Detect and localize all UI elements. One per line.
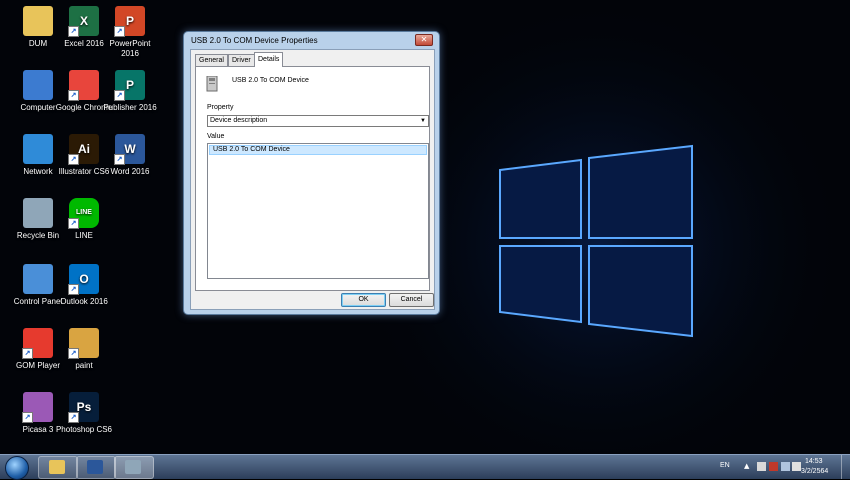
shortcut-arrow-icon: ↗	[68, 154, 79, 165]
shortcut-arrow-icon: ↗	[114, 90, 125, 101]
desktop-icon-photoshop-cs6[interactable]: Ps ↗ Photoshop CS6	[54, 392, 114, 435]
start-button[interactable]	[5, 456, 29, 480]
taskbar-word[interactable]	[76, 456, 116, 479]
folder-icon	[49, 460, 65, 474]
desktop-icon-label: Photoshop CS6	[55, 425, 113, 434]
property-dropdown[interactable]: Device description ▼	[207, 115, 429, 127]
shortcut-arrow-icon: ↗	[68, 218, 79, 229]
shortcut-arrow-icon: ↗	[22, 412, 33, 423]
recycle-bin-icon	[23, 198, 53, 228]
dialog-client-area: General Driver Details USB 2.0 To COM De…	[190, 49, 435, 310]
tab-general[interactable]: General	[195, 54, 228, 66]
shortcut-arrow-icon: ↗	[68, 90, 79, 101]
desktop-icon-word-2016[interactable]: W ↗ Word 2016	[100, 134, 160, 177]
show-hidden-icons-icon[interactable]: ▲	[744, 462, 749, 470]
tab-details[interactable]: Details	[254, 52, 284, 67]
property-label: Property	[207, 104, 234, 111]
desktop-icon-label: PowerPoint 2016	[109, 39, 151, 58]
taskbar: EN ▲ 14:53 3/2/2564	[0, 454, 850, 480]
word-2016-icon: W ↗	[114, 134, 145, 165]
desktop: DUM X ↗ Excel 2016 P ↗ PowerPoint 2016 Computer…	[0, 0, 850, 454]
shortcut-arrow-icon: ↗	[68, 284, 79, 295]
network-icon	[23, 134, 53, 164]
shortcut-arrow-icon: ↗	[22, 348, 33, 359]
shortcut-arrow-icon: ↗	[68, 348, 79, 359]
clock-time[interactable]: 14:53	[805, 458, 823, 465]
shortcut-arrow-icon: ↗	[114, 26, 125, 37]
show-desktop-button[interactable]	[841, 455, 850, 479]
ok-button[interactable]: OK	[341, 293, 386, 307]
picasa-3-icon: ↗	[22, 392, 53, 423]
desktop-icon-label: paint	[75, 361, 93, 370]
desktop-icon-paint[interactable]: ↗ paint	[54, 328, 114, 371]
photoshop-cs6-icon: Ps ↗	[68, 392, 99, 423]
desktop-icon-powerpoint-2016[interactable]: P ↗ PowerPoint 2016	[100, 6, 160, 59]
word-icon	[87, 460, 103, 474]
desktop-icon-label: Outlook 2016	[60, 297, 108, 306]
excel-2016-icon: X ↗	[68, 6, 99, 37]
taskbar-explorer[interactable]	[38, 456, 78, 479]
desktop-icon-label: Publisher 2016	[103, 103, 157, 112]
illustrator-cs6-icon: Ai ↗	[68, 134, 99, 165]
value-list-item[interactable]: USB 2.0 To COM Device	[209, 145, 427, 155]
shortcut-arrow-icon: ↗	[68, 26, 79, 37]
clock-date[interactable]: 3/2/2564	[801, 468, 828, 475]
volume-icon[interactable]	[792, 462, 801, 471]
line-icon: LINE ↗	[68, 198, 99, 229]
usb-device-icon	[206, 76, 218, 92]
dialog-title: USB 2.0 To COM Device Properties	[191, 36, 318, 45]
desktop-icon-label: LINE	[75, 231, 93, 240]
device-properties-dialog: USB 2.0 To COM Device Properties ✕ Gener…	[183, 31, 440, 315]
value-list[interactable]: USB 2.0 To COM Device	[207, 143, 429, 279]
shortcut-arrow-icon: ↗	[68, 412, 79, 423]
close-button[interactable]: ✕	[415, 34, 433, 46]
device-name: USB 2.0 To COM Device	[232, 77, 309, 84]
chevron-down-icon[interactable]: ▼	[419, 117, 427, 125]
dum-icon	[23, 6, 53, 36]
control-panel-icon	[23, 264, 53, 294]
shortcut-arrow-icon: ↗	[114, 154, 125, 165]
cancel-button[interactable]: Cancel	[389, 293, 434, 307]
computer-icon	[23, 70, 53, 100]
outlook-2016-icon: O ↗	[68, 264, 99, 295]
gom-player-icon: ↗	[22, 328, 53, 359]
desktop-icon-line[interactable]: LINE ↗ LINE	[54, 198, 114, 241]
google-chrome-icon: ↗	[68, 70, 99, 101]
language-indicator[interactable]: EN	[720, 462, 730, 469]
property-dropdown-value: Device description	[210, 117, 268, 124]
flag-icon[interactable]	[757, 462, 766, 471]
device-manager-icon	[125, 460, 141, 474]
taskbar-device-manager[interactable]	[114, 456, 154, 479]
desktop-icon-publisher-2016[interactable]: P ↗ Publisher 2016	[100, 70, 160, 113]
tab-driver[interactable]: Driver	[228, 54, 255, 66]
desktop-icon-outlook-2016[interactable]: O ↗ Outlook 2016	[54, 264, 114, 307]
powerpoint-2016-icon: P ↗	[114, 6, 145, 37]
desktop-icon-label: Word 2016	[110, 167, 150, 176]
paint-icon: ↗	[68, 328, 99, 359]
network-icon[interactable]	[781, 462, 790, 471]
publisher-2016-icon: P ↗	[114, 70, 145, 101]
value-label: Value	[207, 133, 225, 140]
details-tab-panel: USB 2.0 To COM Device Property Device de…	[195, 66, 430, 291]
security-icon[interactable]	[769, 462, 778, 471]
